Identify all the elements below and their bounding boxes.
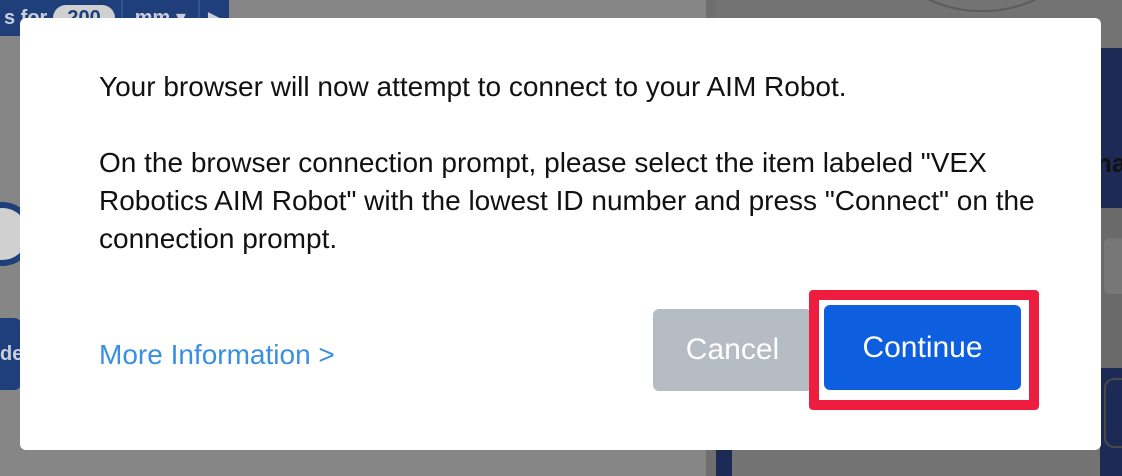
dialog-message-intro: Your browser will now attempt to connect… <box>99 71 847 102</box>
side-panel-strip: na C <box>1096 48 1122 476</box>
connect-robot-dialog: Your browser will now attempt to connect… <box>20 18 1101 450</box>
side-block-chip: de <box>0 318 22 390</box>
continue-highlight-box: Continue <box>809 290 1039 410</box>
dialog-message-instructions: On the browser connection prompt, please… <box>99 147 1035 254</box>
side-panel-field <box>1104 238 1122 294</box>
continue-button[interactable]: Continue <box>824 305 1021 390</box>
more-information-link[interactable]: More Information > <box>99 339 335 371</box>
side-block-chip-text: de <box>0 343 22 365</box>
side-panel-button: C <box>1104 378 1122 448</box>
cancel-button[interactable]: Cancel <box>653 309 812 391</box>
side-panel-button-label: C <box>1112 399 1122 430</box>
